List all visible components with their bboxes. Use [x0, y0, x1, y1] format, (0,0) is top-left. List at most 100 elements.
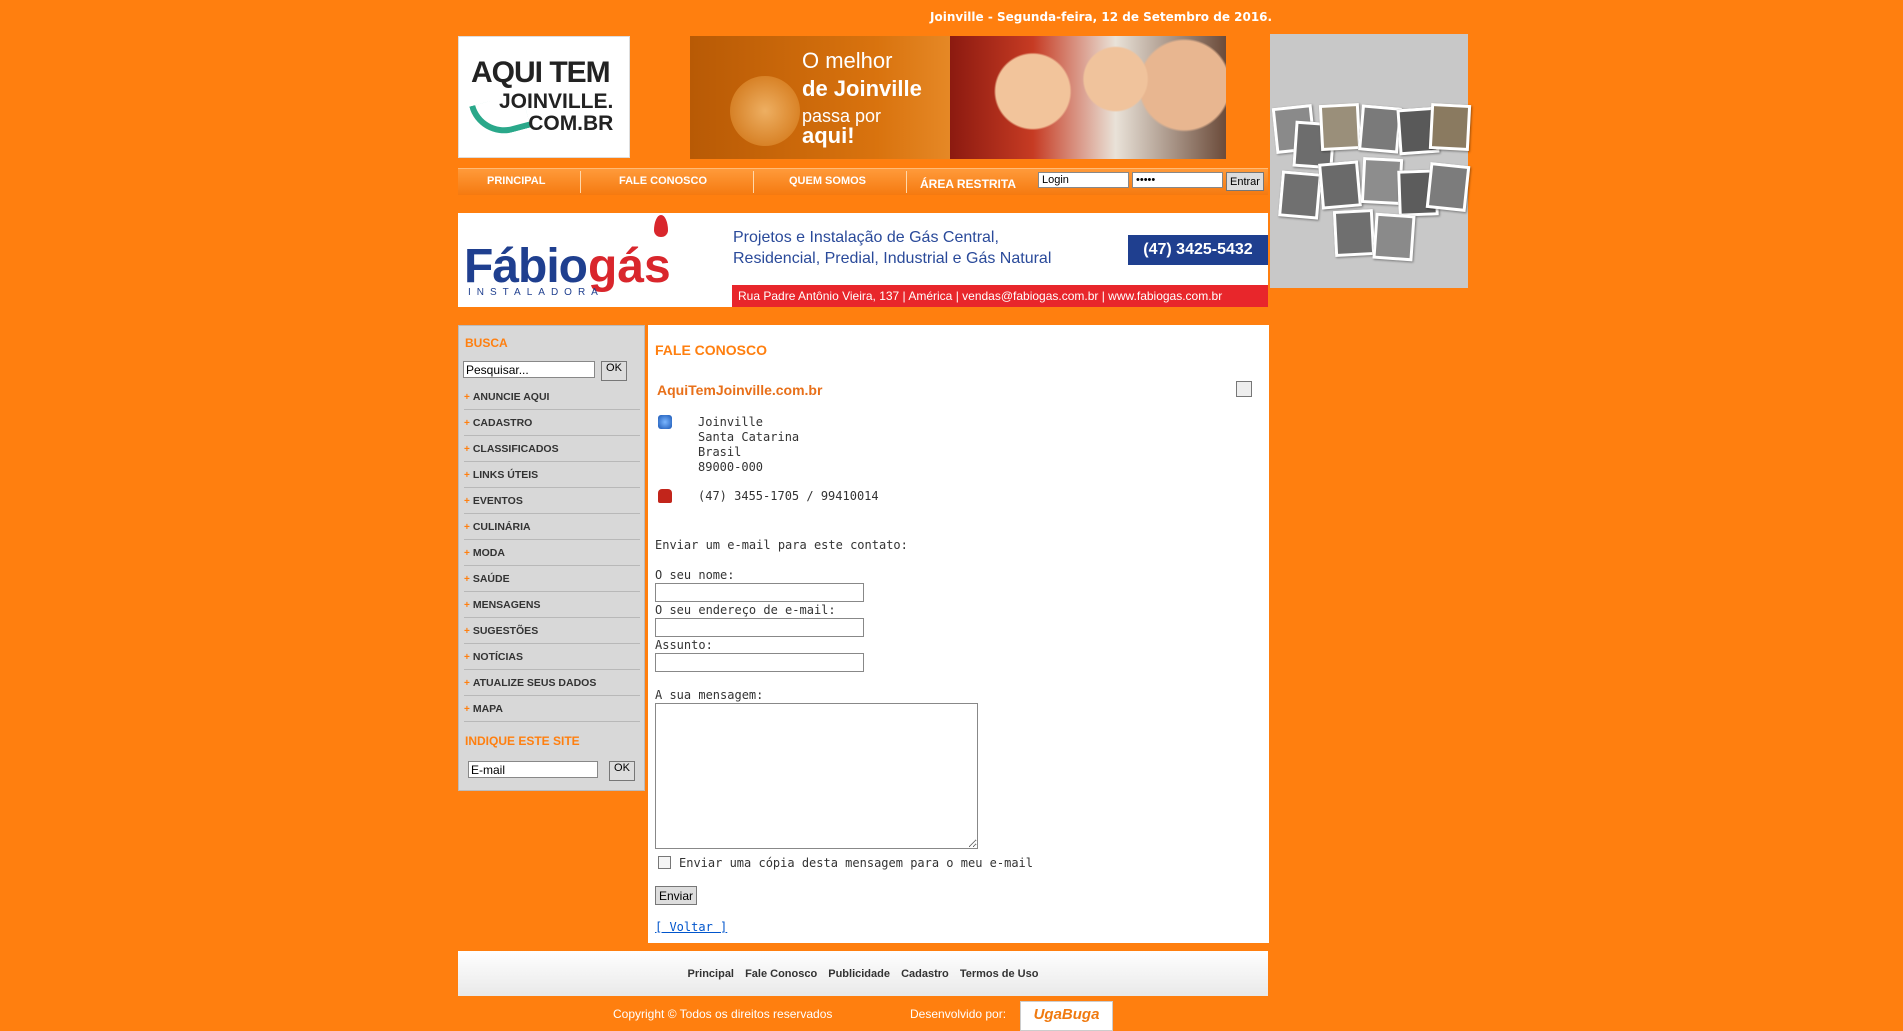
header-banner[interactable]: O melhor de Joinville passa por aqui! — [690, 36, 1226, 159]
sidebar-item-atualize-seus-dados[interactable]: + ATUALIZE SEUS DADOS — [464, 671, 640, 696]
banner-line4: aqui! — [802, 123, 855, 148]
sidebar-item-links-uteis[interactable]: + LINKS ÚTEIS — [464, 463, 640, 488]
arrow-icon: + — [464, 626, 470, 637]
address-country: Brasil — [698, 445, 742, 459]
vcard-icon[interactable] — [1236, 381, 1252, 397]
ad-phone: (47) 3425-5432 — [1128, 235, 1268, 265]
indique-title: INDIQUE ESTE SITE — [465, 734, 580, 748]
login-input[interactable] — [1038, 172, 1129, 188]
subject-label: Assunto: — [655, 638, 713, 652]
site-logo[interactable]: AQUI TEM JOINVILLE. COM.BR — [458, 36, 630, 158]
nav-fale-conosco[interactable]: FALE CONOSCO — [619, 175, 707, 187]
sidebar-item-sugestoes[interactable]: + SUGESTÕES — [464, 619, 640, 644]
arrow-icon: + — [464, 444, 470, 455]
arrow-icon: + — [464, 600, 470, 611]
logo-line3: COM.BR — [528, 112, 614, 135]
search-ok-button[interactable]: OK — [601, 361, 627, 381]
date-line: Joinville - Segunda-feira, 12 de Setembr… — [930, 10, 1273, 24]
sidebar-item-mapa[interactable]: + MAPA — [464, 697, 640, 722]
arrow-icon: + — [464, 470, 470, 481]
sidebar-item-noticias[interactable]: + NOTÍCIAS — [464, 645, 640, 670]
arrow-icon: + — [464, 678, 470, 689]
email-label: O seu endereço de e-mail: — [655, 603, 836, 617]
copy-checkbox[interactable] — [658, 856, 671, 869]
developed-by: Desenvolvido por: — [910, 1007, 1007, 1021]
indique-email-input[interactable] — [468, 761, 598, 778]
sidebar-item-label: SUGESTÕES — [472, 625, 539, 637]
collage-photo — [1332, 208, 1376, 258]
password-input[interactable] — [1132, 172, 1223, 188]
footer-link-publicidade[interactable]: Publicidade — [828, 968, 890, 980]
phone-icon — [658, 489, 672, 503]
copy-label: Enviar uma cópia desta mensagem para o m… — [679, 856, 1034, 870]
arrow-icon: + — [464, 418, 470, 429]
address-state: Santa Catarina — [698, 430, 800, 444]
banner-line3-4: passa por aqui! — [802, 106, 881, 148]
arrow-icon: + — [464, 522, 470, 533]
sidebar-item-saude[interactable]: + SAÚDE — [464, 567, 640, 592]
sidebar-item-classificados[interactable]: + CLASSIFICADOS — [464, 437, 640, 462]
sidebar-item-moda[interactable]: + MODA — [464, 541, 640, 566]
message-label: A sua mensagem: — [655, 688, 764, 702]
family-photo — [950, 36, 1226, 159]
sidebar-item-eventos[interactable]: + EVENTOS — [464, 489, 640, 514]
logo-line2: JOINVILLE. — [499, 90, 614, 113]
sidebar-item-label: ATUALIZE SEUS DADOS — [472, 677, 597, 689]
collage-photo — [1428, 102, 1472, 152]
indique-ok-button[interactable]: OK — [609, 761, 635, 781]
sidebar-item-label: LINKS ÚTEIS — [472, 469, 539, 481]
footer-link-cadastro[interactable]: Cadastro — [901, 968, 949, 980]
sidebar-item-label: ANUNCIE AQUI — [472, 391, 550, 403]
sidebar-item-mensagens[interactable]: + MENSAGENS — [464, 593, 640, 618]
search-title: BUSCA — [465, 336, 508, 350]
sidebar: BUSCA OK +ANUNCIE AQUI +CADASTRO +CLASSI… — [458, 325, 645, 791]
sidebar-item-label: MODA — [472, 547, 505, 559]
footer-link-fale-conosco[interactable]: Fale Conosco — [745, 968, 817, 980]
arrow-icon: + — [464, 652, 470, 663]
sidebar-item-anuncie-aqui[interactable]: + ANUNCIE AQUI — [464, 385, 640, 410]
arrow-icon: + — [464, 548, 470, 559]
login-enter-button[interactable]: Entrar — [1226, 172, 1264, 191]
nav-quem-somos[interactable]: QUEM SOMOS — [789, 175, 866, 187]
ad-address-bar: Rua Padre Antônio Vieira, 137 | América … — [732, 285, 1268, 307]
nav-separator — [753, 171, 754, 193]
arrow-icon: + — [464, 496, 470, 507]
name-label: O seu nome: — [655, 568, 735, 582]
footer-link-principal[interactable]: Principal — [688, 968, 734, 980]
sidebar-item-label: CADASTRO — [472, 417, 533, 429]
developer-logo[interactable]: UgaBuga — [1020, 1001, 1113, 1031]
subject-input[interactable] — [655, 653, 864, 672]
sidebar-item-label: NOTÍCIAS — [472, 651, 524, 663]
send-button[interactable]: Enviar — [655, 886, 698, 905]
footer-link-termos[interactable]: Termos de Uso — [960, 968, 1039, 980]
logo-line1: AQUI TEM — [471, 56, 611, 89]
footer-links: Principal Fale Conosco Publicidade Cadas… — [458, 968, 1268, 980]
collage-photo — [1358, 104, 1402, 154]
photo-collage-ad[interactable] — [1270, 34, 1472, 288]
collage-photo — [1372, 212, 1416, 262]
collage-photo — [1318, 160, 1362, 210]
search-input[interactable] — [463, 361, 595, 378]
page-title: FALE CONOSCO — [655, 342, 768, 358]
email-input[interactable] — [655, 618, 864, 637]
ad-brand-fabio: Fábio — [464, 240, 588, 293]
collage-photo — [1425, 162, 1471, 212]
main-navbar: PRINCIPAL FALE CONOSCO QUEM SOMOS ÁREA R… — [458, 168, 1268, 195]
sidebar-item-culinaria[interactable]: + CULINÁRIA — [464, 515, 640, 540]
name-input[interactable] — [655, 583, 864, 602]
address-zip: 89000-000 — [698, 460, 764, 474]
ad-brand-sub: INSTALADORA — [468, 287, 604, 298]
sidebar-item-cadastro[interactable]: + CADASTRO — [464, 411, 640, 436]
collage-photo — [1318, 102, 1362, 152]
back-link[interactable]: [ Voltar ] — [655, 920, 727, 934]
nav-principal[interactable]: PRINCIPAL — [487, 175, 545, 187]
footer: Principal Fale Conosco Publicidade Cadas… — [458, 951, 1268, 996]
contact-panel: FALE CONOSCO AquiTemJoinville.com.br Joi… — [648, 325, 1269, 943]
arrow-icon: + — [464, 574, 470, 585]
banner-line1: O melhor — [802, 48, 893, 73]
collage-photo — [1278, 170, 1322, 220]
logo-line2-3: JOINVILLE. COM.BR — [499, 91, 613, 135]
message-textarea[interactable] — [655, 703, 978, 849]
fabio-gas-ad[interactable]: Fábio gás INSTALADORA Projetos e Instala… — [458, 213, 1268, 307]
banner-line2: de Joinville — [802, 76, 922, 101]
